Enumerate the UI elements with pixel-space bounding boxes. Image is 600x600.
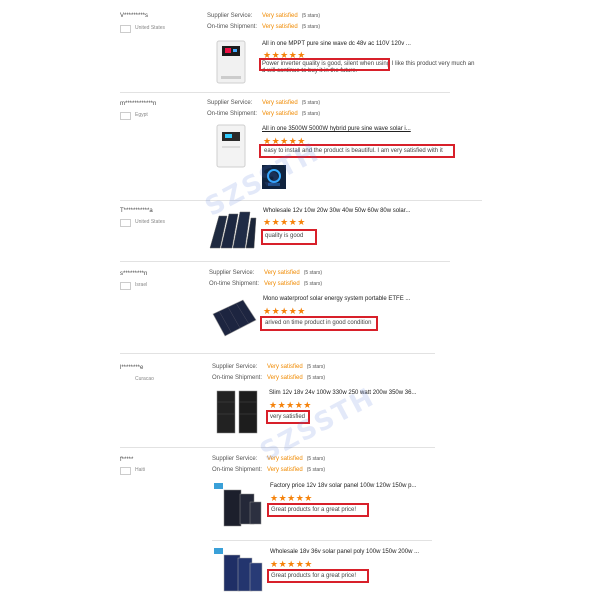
divider bbox=[120, 261, 450, 262]
rating-stars: ★★★★★ bbox=[269, 400, 312, 410]
label: On-time Shipment: bbox=[212, 467, 263, 473]
label: On-time Shipment: bbox=[207, 24, 258, 30]
product-thumbnail-inverter[interactable] bbox=[207, 38, 255, 86]
buyer-country: Haiti bbox=[135, 467, 146, 473]
rating-stars: ★★★★★ bbox=[263, 217, 306, 227]
value: Very satisfied bbox=[262, 111, 298, 117]
highlight-box bbox=[267, 569, 369, 583]
rating-stars: ★★★★★ bbox=[270, 559, 313, 569]
buyer-name: T***********a bbox=[120, 208, 153, 214]
buyer-name: s*********n bbox=[120, 271, 148, 277]
divider bbox=[120, 200, 482, 201]
stars-text: (5 stars) bbox=[301, 100, 321, 106]
buyer-country: Curacao bbox=[135, 376, 154, 382]
buyer-name: m************n bbox=[120, 101, 157, 107]
buyer-name: l********e bbox=[120, 365, 144, 371]
label: On-time Shipment: bbox=[212, 375, 263, 381]
product-thumbnail-flexible-panel[interactable] bbox=[209, 294, 259, 342]
buyer-country: Egypt bbox=[135, 112, 148, 118]
product-title-link[interactable]: Wholesale 18v 36v solar panel poly 100w … bbox=[270, 549, 419, 555]
buyer-country: United States bbox=[135, 219, 166, 225]
stars-text: (5 stars) bbox=[303, 281, 323, 287]
shipment-rating: On-time Shipment: Very satisfied (5 stars) bbox=[207, 111, 320, 117]
value: Very satisfied bbox=[264, 281, 300, 287]
product-thumbnail-inverter[interactable] bbox=[207, 122, 255, 170]
buyer-name: V*********s bbox=[120, 13, 149, 19]
supplier-service-rating: Supplier Service: Very satisfied (5 stars) bbox=[212, 364, 325, 370]
label: Supplier Service: bbox=[212, 364, 258, 370]
egypt-flag-icon bbox=[120, 112, 131, 120]
supplier-service-rating: Supplier Service: Very satisfied (5 stars) bbox=[207, 100, 320, 106]
label: Supplier Service: bbox=[207, 13, 253, 19]
divider bbox=[120, 92, 450, 93]
stars-text: (5 stars) bbox=[306, 456, 326, 462]
stars-text: (5 stars) bbox=[306, 467, 326, 473]
highlight-box bbox=[267, 503, 369, 517]
divider bbox=[120, 353, 435, 354]
us-flag-icon bbox=[120, 25, 131, 33]
highlight-box bbox=[261, 229, 317, 245]
stars-text: (5 stars) bbox=[306, 375, 326, 381]
product-thumbnail-poly-panels[interactable] bbox=[212, 545, 264, 595]
value: Very satisfied bbox=[262, 24, 298, 30]
buyer-country: Israel bbox=[135, 282, 148, 288]
label: On-time Shipment: bbox=[209, 281, 260, 287]
rating-stars: ★★★★★ bbox=[270, 493, 313, 503]
label: Supplier Service: bbox=[207, 100, 253, 106]
label: Supplier Service: bbox=[212, 456, 258, 462]
supplier-service-rating: Supplier Service: Very satisfied (5 stars) bbox=[209, 270, 322, 276]
stars-text: (5 stars) bbox=[301, 111, 321, 117]
rating-stars: ★★★★★ bbox=[263, 306, 306, 316]
buyer-name: f***** bbox=[120, 457, 134, 463]
value: Very satisfied bbox=[267, 375, 303, 381]
product-title-link[interactable]: Factory price 12v 18v solar panel 100w 1… bbox=[270, 483, 416, 489]
stars-text: (5 stars) bbox=[306, 364, 326, 370]
haiti-flag-icon bbox=[120, 467, 131, 475]
value: Very satisfied bbox=[267, 364, 303, 370]
supplier-service-rating: Supplier Service: Very satisfied (5 stars) bbox=[207, 13, 320, 19]
product-title-link[interactable]: All in one MPPT pure sine wave dc 48v ac… bbox=[262, 41, 411, 47]
israel-flag-icon bbox=[120, 282, 131, 290]
value: Very satisfied bbox=[267, 467, 303, 473]
product-title-link[interactable]: Wholesale 12v 10w 20w 30w 40w 50w 60w 80… bbox=[263, 208, 410, 214]
shipment-rating: On-time Shipment: Very satisfied (5 stars) bbox=[212, 375, 325, 381]
us-flag-icon bbox=[120, 219, 131, 227]
product-thumbnail-panel-set[interactable] bbox=[212, 480, 264, 530]
shipment-rating: On-time Shipment: Very satisfied (5 stars) bbox=[207, 24, 320, 30]
label: On-time Shipment: bbox=[207, 111, 258, 117]
value: Very satisfied bbox=[262, 100, 298, 106]
highlight-box bbox=[259, 58, 390, 71]
highlight-box bbox=[260, 316, 378, 331]
divider bbox=[212, 540, 432, 541]
value: Very satisfied bbox=[262, 13, 298, 19]
product-title-link[interactable]: All in one 3500W 5000W hybrid pure sine … bbox=[262, 126, 411, 132]
product-thumbnail-slim-panels[interactable] bbox=[211, 387, 263, 437]
value: Very satisfied bbox=[264, 270, 300, 276]
stars-text: (5 stars) bbox=[301, 13, 321, 19]
stars-text: (5 stars) bbox=[301, 24, 321, 30]
buyer-country: United States bbox=[135, 25, 166, 31]
label: Supplier Service: bbox=[209, 270, 255, 276]
stars-text: (5 stars) bbox=[303, 270, 323, 276]
comment-rest-text: I like this product very much an bbox=[390, 61, 475, 67]
shipment-rating: On-time Shipment: Very satisfied (5 stars) bbox=[209, 281, 322, 287]
product-title-link[interactable]: Mono waterproof solar energy system port… bbox=[263, 296, 410, 302]
